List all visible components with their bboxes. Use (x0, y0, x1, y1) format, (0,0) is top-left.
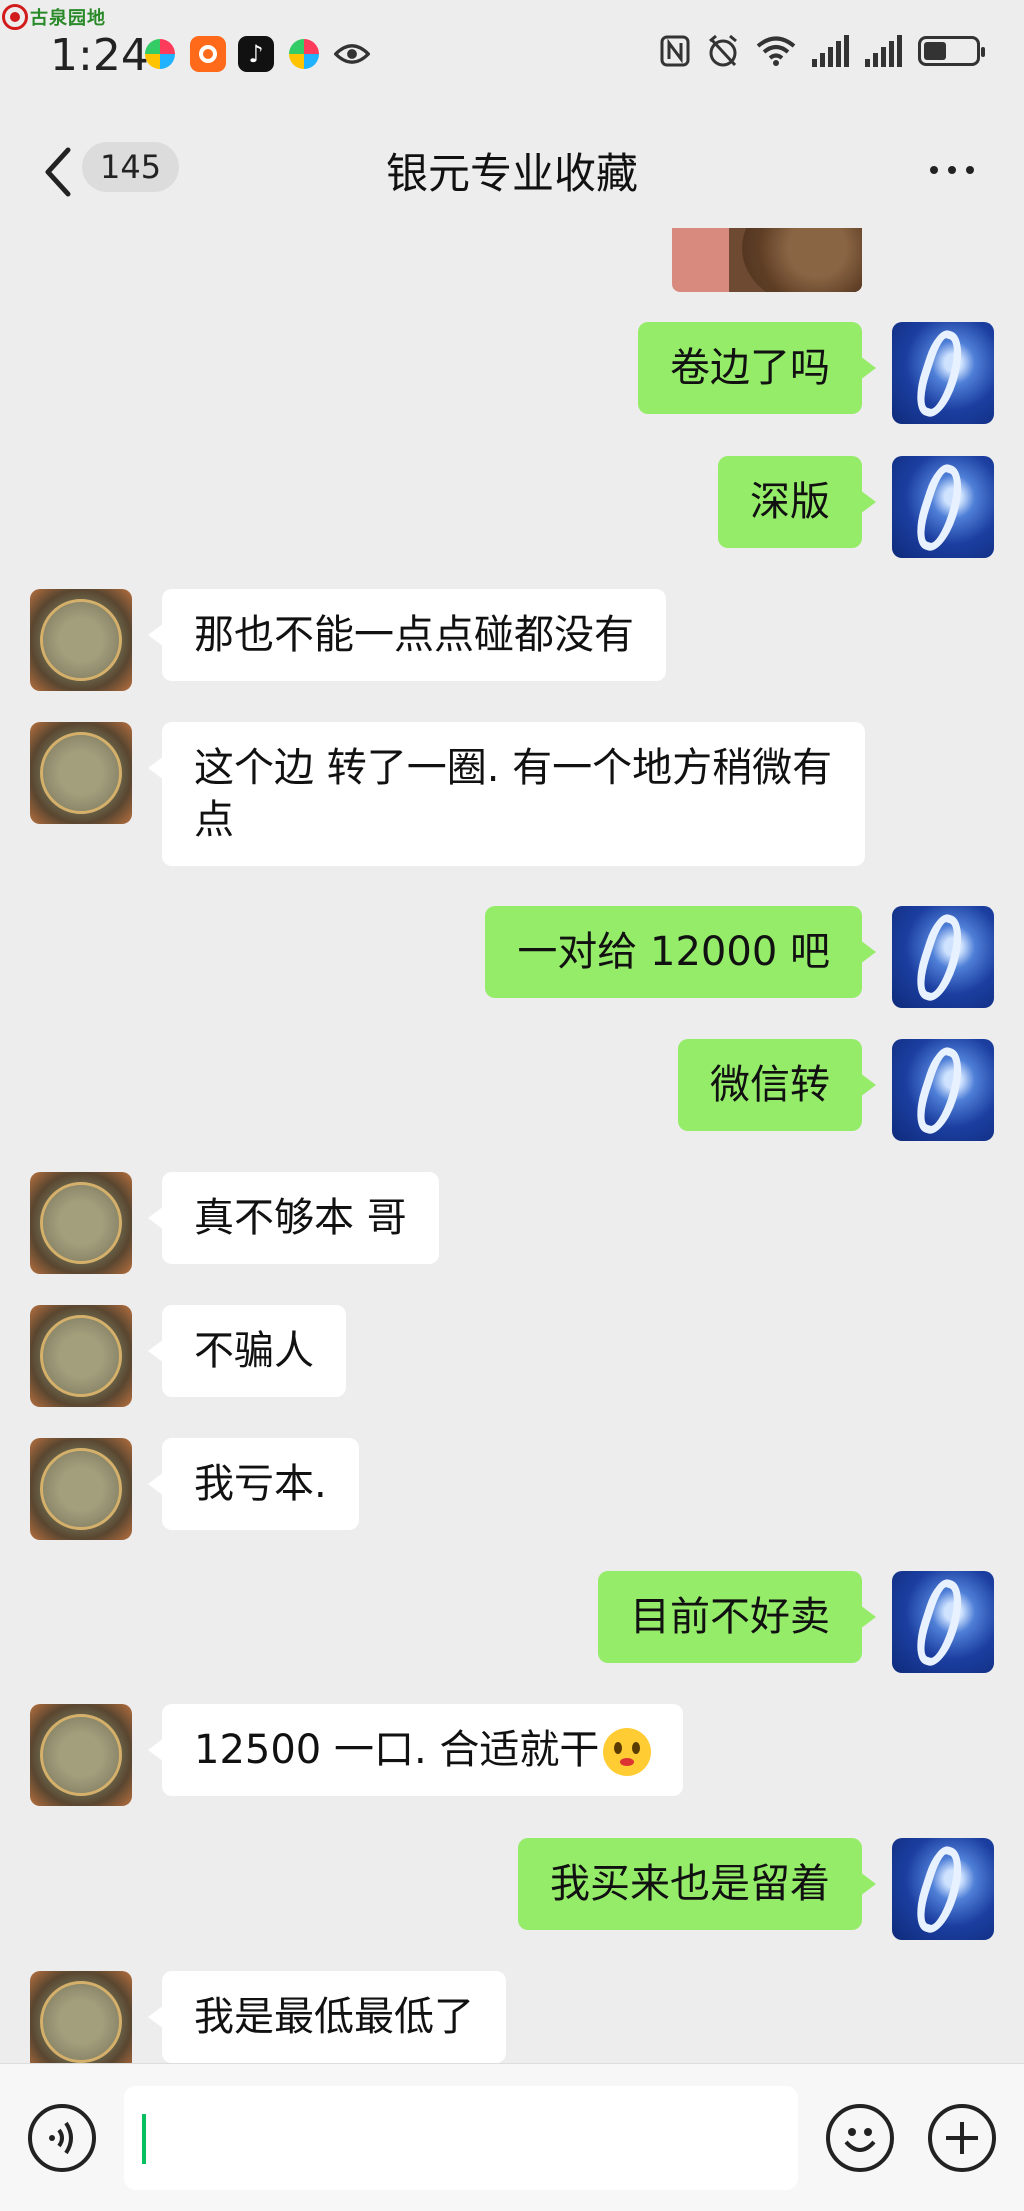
my-message-bubble[interactable]: 目前不好卖 (598, 1571, 876, 1663)
contact-message-bubble[interactable]: 我是最低最低了 (148, 1971, 506, 2063)
input-bar (0, 2063, 1024, 2211)
system-icons (660, 34, 985, 68)
contact-avatar[interactable] (30, 1172, 132, 1274)
my-avatar[interactable] (892, 1571, 994, 1673)
emoji-button[interactable] (826, 2104, 894, 2172)
flushed-face-emoji-icon (603, 1728, 652, 1776)
my-message-bubble[interactable]: 一对给 12000 吧 (485, 906, 876, 998)
voice-icon (49, 2121, 73, 2155)
my-message-bubble[interactable]: 卷边了吗 (638, 322, 876, 414)
my-message-bubble[interactable]: 我买来也是留着 (518, 1838, 876, 1930)
chat-title: 银元专业收藏 (385, 149, 638, 198)
contact-avatar[interactable] (30, 589, 132, 691)
pinwheel-app-icon (142, 36, 178, 72)
contact-message-bubble[interactable]: 那也不能一点点碰都没有 (148, 589, 666, 681)
more-actions-button[interactable] (928, 2104, 996, 2172)
plus-icon (946, 2122, 978, 2154)
orange-app-icon (190, 36, 226, 72)
contact-message-bubble[interactable]: 不骗人 (148, 1305, 346, 1397)
clock: 1:24 (50, 30, 149, 81)
my-avatar[interactable] (892, 1039, 994, 1141)
battery-icon (918, 36, 985, 66)
status-bar: 古泉园地 1:24 ♪ (0, 0, 1024, 116)
my-avatar[interactable] (892, 906, 994, 1008)
signal-icon (812, 35, 849, 67)
text-caret (142, 2114, 146, 2164)
watermark-text: 古泉园地 (30, 8, 106, 29)
chat-header: 145 银元专业收藏 (0, 116, 1024, 228)
watermark: 古泉园地 (2, 4, 106, 30)
voice-input-button[interactable] (28, 2104, 96, 2172)
my-avatar[interactable] (892, 456, 994, 558)
tiktok-icon: ♪ (238, 36, 274, 72)
message-input[interactable] (124, 2086, 798, 2190)
contact-message-bubble[interactable]: 真不够本 哥 (148, 1172, 439, 1264)
contact-avatar[interactable] (30, 1438, 132, 1540)
my-message-bubble[interactable]: 微信转 (678, 1039, 876, 1131)
contact-avatar[interactable] (30, 1971, 132, 2063)
coin-image-message[interactable] (672, 228, 862, 292)
signal-icon (865, 35, 902, 67)
alarm-icon (709, 34, 737, 67)
contact-avatar[interactable] (30, 722, 132, 824)
contact-avatar[interactable] (30, 1305, 132, 1407)
contact-message-bubble[interactable]: 我亏本. (148, 1438, 359, 1530)
contact-message-bubble[interactable]: 这个边 转了一圈. 有一个地方稍微有点 (148, 722, 865, 866)
wifi-icon (756, 36, 796, 66)
nfc-icon (660, 35, 690, 67)
my-message-bubble[interactable]: 深版 (718, 456, 876, 548)
contact-message-bubble[interactable]: 12500 一口. 合适就干 (147, 1704, 684, 1796)
message-list[interactable]: 卷边了吗 深版 那也不能一点点碰都没有 这个边 转了一圈. 有一个地方稍微有点 … (0, 228, 1024, 2063)
message-text: 12500 一口. 合适就干 (194, 1727, 600, 1773)
my-avatar[interactable] (892, 322, 994, 424)
notification-icons: ♪ (142, 36, 370, 72)
my-avatar[interactable] (892, 1838, 994, 1940)
smiley-icon (844, 2128, 876, 2152)
eye-icon (334, 36, 370, 72)
pinwheel-app-icon (286, 36, 322, 72)
watermark-logo-icon (2, 4, 28, 30)
contact-avatar[interactable] (30, 1704, 132, 1806)
more-options-icon[interactable] (930, 166, 974, 174)
